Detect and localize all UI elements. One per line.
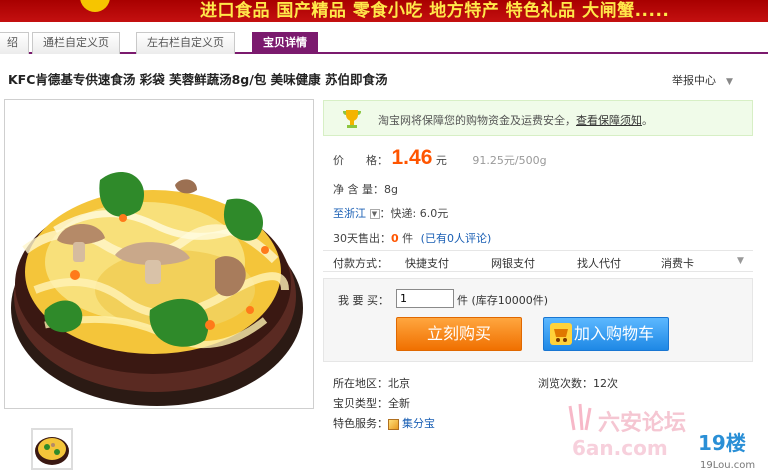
forum-watermark-text: 六安论坛 [598, 410, 686, 436]
stock-info: 件 (库存10000件) [457, 294, 549, 307]
sales-label: 30天售出： [333, 232, 391, 245]
views-label: 浏览次数： [538, 377, 593, 390]
tab-two-column-page[interactable]: 左右栏自定义页 [136, 32, 235, 54]
item-type-info: 宝贝类型：全新 [333, 395, 410, 411]
shop-tab-bar: 绍 通栏自定义页 左右栏自定义页 宝贝详情 [0, 30, 768, 54]
site-watermark-url: 19Lou.com [700, 460, 755, 471]
trophy-icon [343, 110, 361, 128]
payment-methods-row: 付款方式： 快捷支付 网银支付 找人代付 消费卡 ▼ [323, 250, 753, 272]
buy-now-button[interactable]: 立刻购买 [396, 317, 522, 351]
expand-arrow-icon[interactable]: ▼ [737, 256, 744, 266]
tab-item-details[interactable]: 宝贝详情 [252, 32, 318, 54]
price-value: 1.46 [391, 146, 433, 169]
site-watermark: 19楼 19Lou.com [696, 428, 766, 475]
forum-watermark-url: 6an.com [572, 436, 668, 460]
location-value: 北京 [388, 377, 410, 390]
net-weight-label: 净 含 量： [333, 183, 384, 196]
soup-bowl-image [11, 171, 303, 406]
net-weight-row: 净 含 量：8g [333, 181, 398, 197]
purchase-box: 我 要 买： 件 (库存10000件) 立刻购买 加入购物车 [323, 278, 753, 362]
shop-logo [80, 0, 110, 12]
shipping-row: 至浙江 ▼ ：快递: 6.0元 [333, 205, 448, 221]
price-label: 价 格： [333, 154, 388, 167]
report-center-label[interactable]: 举报中心 [672, 74, 716, 87]
add-to-cart-label[interactable]: 加入购物车 [574, 324, 654, 343]
add-to-cart-button[interactable]: 加入购物车 [543, 317, 669, 351]
net-weight-value: 8g [384, 183, 398, 196]
tab-full-width-page[interactable]: 通栏自定义页 [32, 32, 120, 54]
payment-online-bank[interactable]: 网银支付 [491, 255, 535, 271]
views-info: 浏览次数：12次 [538, 375, 618, 391]
price-unit: 元 [435, 154, 447, 167]
shipping-destination[interactable]: 至浙江 [333, 207, 366, 220]
price-per-unit: 91.25元/500g [472, 154, 547, 167]
tab-intro[interactable]: 绍 [0, 32, 29, 54]
sales-count: 0 [391, 232, 399, 245]
guarantee-end: 。 [642, 114, 653, 127]
quantity-input[interactable] [396, 289, 454, 308]
payment-express[interactable]: 快捷支付 [405, 255, 449, 271]
site-watermark-text: 19楼 [698, 431, 746, 455]
service-info: 特色服务： 集分宝 [333, 415, 435, 431]
service-label: 特色服务： [333, 417, 388, 430]
payment-gift-card[interactable]: 消费卡 [661, 255, 694, 271]
top-banner: 进口食品 国产精品 零食小吃 地方特产 特色礼品 大闸蟹..... [0, 0, 768, 22]
forum-watermark: 六安论坛 6an.com [562, 400, 712, 463]
shipping-cost: ：快递: 6.0元 [379, 207, 449, 220]
guarantee-info-link[interactable]: 查看保障须知 [576, 114, 642, 127]
payment-label: 付款方式： [333, 257, 388, 270]
payment-pay-for-me[interactable]: 找人代付 [577, 255, 621, 271]
sales-row: 30天售出：0 件 (已有0人评论) [333, 230, 491, 246]
sales-unit: 件 [402, 232, 414, 245]
banner-categories[interactable]: 进口食品 国产精品 零食小吃 地方特产 特色礼品 大闸蟹..... [200, 0, 669, 21]
product-main-image[interactable] [4, 99, 314, 409]
item-type-value: 全新 [388, 397, 410, 410]
quantity-label: 我 要 买： [338, 294, 389, 307]
reviews-link[interactable]: (已有0人评论) [421, 232, 492, 245]
jifenbao-icon [388, 418, 399, 430]
cart-icon [550, 323, 572, 345]
product-thumbnail[interactable] [31, 428, 73, 470]
guarantee-text: 淘宝网将保障您的购物资金及运费安全， [378, 114, 576, 127]
location-label: 所在地区： [333, 377, 388, 390]
guarantee-notice: 淘宝网将保障您的购物资金及运费安全，查看保障须知。 [323, 100, 753, 136]
price-row: 价 格： 1.46 元 91.25元/500g [333, 146, 547, 170]
service-value[interactable]: 集分宝 [402, 417, 435, 430]
product-title: KFC肯德基专供速食汤 彩袋 芙蓉鲜蔬汤8g/包 美味健康 苏伯即食汤 [8, 72, 388, 87]
report-center-link[interactable]: 举报中心 ▼ [672, 72, 733, 88]
location-info: 所在地区：北京 [333, 375, 410, 391]
item-type-label: 宝贝类型： [333, 397, 388, 410]
soup-thumbnail-image [35, 437, 69, 465]
chevron-down-icon[interactable]: ▼ [369, 209, 380, 219]
chevron-down-icon[interactable]: ▼ [726, 77, 733, 87]
views-value: 12次 [593, 377, 618, 390]
